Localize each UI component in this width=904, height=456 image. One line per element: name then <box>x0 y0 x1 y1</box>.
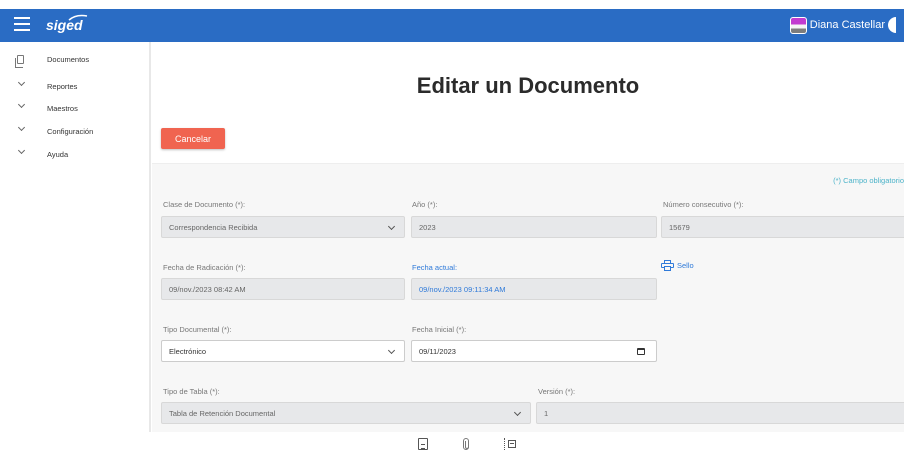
top-bar: siged Diana Castellar <box>0 9 904 42</box>
avatar <box>789 16 807 34</box>
fecha-inicial-value: 09/11/2023 <box>419 346 456 356</box>
fecha-actual-label: Fecha actual: <box>412 263 458 272</box>
tipo-tabla-value: Tabla de Retención Documental <box>169 408 276 418</box>
version-label: Versión (*): <box>538 387 576 396</box>
list-icon[interactable] <box>504 438 516 450</box>
anio-label: Año (*): <box>412 200 438 209</box>
chevron-down-icon <box>513 408 522 417</box>
user-menu[interactable]: Diana Castellar <box>789 15 896 35</box>
version-value: 1 <box>544 408 549 418</box>
printer-icon <box>661 260 674 271</box>
sidebar-item-ayuda[interactable]: Ayuda <box>0 145 150 163</box>
clase-documento-value: Correspondencia Recibida <box>169 222 258 232</box>
tipo-documental-value: Electrónico <box>169 346 207 356</box>
fecha-inicial-label: Fecha Inicial (*): <box>412 325 467 334</box>
sidebar-item-label: Reportes <box>47 81 78 91</box>
version-field[interactable]: 1 <box>536 402 904 424</box>
sello-link[interactable]: Sello <box>661 260 694 271</box>
paperclip-icon[interactable] <box>463 438 469 450</box>
tipo-documental-label: Tipo Documental (*): <box>163 325 232 334</box>
sidebar-item-label: Documentos <box>47 54 90 64</box>
clase-documento-select[interactable]: Correspondencia Recibida <box>161 216 405 238</box>
sidebar-item-maestros[interactable]: Maestros <box>0 99 150 117</box>
tipo-tabla-select[interactable]: Tabla de Retención Documental <box>161 402 531 424</box>
tipo-documental-select[interactable]: Electrónico <box>161 340 405 362</box>
fecha-radicacion-label: Fecha de Radicación (*): <box>163 263 246 272</box>
numero-consecutivo-value: 15679 <box>669 222 690 232</box>
fecha-actual-value: 09/nov./2023 09:11:34 AM <box>419 284 506 294</box>
sidebar-item-configuracion[interactable]: Configuración <box>0 122 150 140</box>
sidebar: Documentos Reportes Maestros Configuraci… <box>0 42 151 432</box>
tipo-tabla-label: Tipo de Tabla (*): <box>163 387 220 396</box>
fecha-radicacion-value: 09/nov./2023 08:42 AM <box>169 284 246 294</box>
bottom-toolbar <box>0 432 904 456</box>
anio-field[interactable]: 2023 <box>411 216 657 238</box>
chevron-down-icon <box>17 100 26 109</box>
clase-documento-label: Clase de Documento (*): <box>163 200 246 209</box>
chevron-down-icon <box>17 146 26 155</box>
fecha-inicial-input[interactable]: 09/11/2023 <box>411 340 657 362</box>
sello-label: Sello <box>677 261 694 270</box>
logo-swoosh-icon <box>68 14 88 21</box>
sidebar-item-label: Configuración <box>47 126 94 136</box>
sidebar-item-reportes[interactable]: Reportes <box>0 77 150 95</box>
main-content: Editar un Documento Cancelar (*) Campo o… <box>152 42 904 432</box>
calendar-icon[interactable] <box>637 348 645 355</box>
page-title: Editar un Documento <box>416 73 640 98</box>
chevron-down-icon <box>387 346 396 355</box>
required-note: (*) Campo obligatorio <box>833 176 904 185</box>
user-name: Diana Castellar <box>809 19 885 31</box>
cancel-button[interactable]: Cancelar <box>161 128 225 149</box>
document-icon[interactable] <box>418 438 428 450</box>
copy-icon <box>15 54 24 68</box>
chevron-down-icon <box>17 123 26 132</box>
fecha-radicacion-field[interactable]: 09/nov./2023 08:42 AM <box>161 278 405 300</box>
fecha-actual-field: 09/nov./2023 09:11:34 AM <box>411 278 657 300</box>
numero-consecutivo-label: Número consecutivo (*): <box>663 200 744 209</box>
anio-value: 2023 <box>419 222 436 232</box>
sidebar-item-label: Ayuda <box>47 149 69 159</box>
user-status-icon <box>888 17 896 33</box>
sidebar-item-documentos[interactable]: Documentos <box>0 50 150 68</box>
chevron-down-icon <box>387 222 396 231</box>
chevron-down-icon <box>17 78 26 87</box>
numero-consecutivo-field[interactable]: 15679 <box>661 216 904 238</box>
hamburger-menu-icon[interactable] <box>14 17 30 33</box>
sidebar-item-label: Maestros <box>47 103 78 113</box>
